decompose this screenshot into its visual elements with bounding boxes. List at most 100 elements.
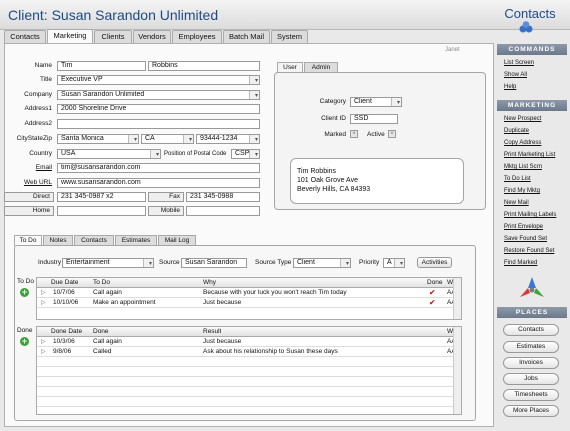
places-estimates-button[interactable]: Estimates <box>503 341 559 353</box>
todo-col-done: Done <box>427 279 443 286</box>
state-dropdown[interactable]: CA ▾ <box>141 134 194 144</box>
cmd-print-mailing-labels[interactable]: Print Mailing Labels <box>504 212 556 218</box>
source-field[interactable]: Susan Sarandon <box>181 258 247 268</box>
chevron-down-icon: ▾ <box>254 78 258 84</box>
first-name-field[interactable]: Tim <box>57 61 146 71</box>
cmd-list-screen[interactable]: List Screen <box>504 60 534 66</box>
add-todo-button[interactable]: + <box>20 288 29 297</box>
email-field[interactable]: tim@susansarandon.com <box>57 163 260 173</box>
priority-label: Priority <box>359 259 380 266</box>
expand-arrow-icon[interactable]: ▷ <box>41 298 46 308</box>
web-url-field[interactable]: www.susansarandon.com <box>57 178 260 188</box>
expand-arrow-icon[interactable]: ▷ <box>41 288 46 298</box>
todo-section-label: To Do <box>17 278 34 285</box>
address2-field[interactable] <box>57 119 260 129</box>
marked-checkbox[interactable]: × <box>350 130 358 138</box>
add-done-button[interactable]: + <box>20 337 29 346</box>
company-dropdown[interactable]: Susan Sarandon Unlimited ▾ <box>57 90 260 100</box>
country-dropdown[interactable]: USA ▾ <box>57 149 161 159</box>
postal-position-dropdown[interactable]: CSP ▾ <box>231 149 260 159</box>
tab-employees[interactable]: Employees <box>172 30 222 43</box>
tab-marketing[interactable]: Marketing <box>47 29 93 44</box>
category-dropdown[interactable]: Client ▾ <box>350 97 402 107</box>
table-row[interactable] <box>37 357 461 367</box>
chevron-down-icon: ▾ <box>254 137 258 143</box>
title-dropdown[interactable]: Executive VP ▾ <box>57 75 260 85</box>
chevron-down-icon: ▾ <box>254 152 258 158</box>
home-phone-field[interactable] <box>57 206 146 216</box>
address-line: 101 Oak Grove Ave <box>297 177 358 184</box>
places-invoices-button[interactable]: Invoices <box>503 357 559 369</box>
mobile-dial-button[interactable]: Mobile <box>148 206 184 216</box>
fax-button[interactable]: Fax <box>148 192 184 202</box>
tab-system[interactable]: System <box>271 30 308 43</box>
table-row[interactable]: ▷ 9/8/06 Called Ask about his relationsh… <box>37 347 461 357</box>
places-jobs-button[interactable]: Jobs <box>503 373 559 385</box>
cmd-new-mail[interactable]: New Mail <box>504 200 529 206</box>
active-checkbox[interactable]: × <box>388 130 396 138</box>
cmd-print-envelope[interactable]: Print Envelope <box>504 224 543 230</box>
direct-phone-field[interactable]: 231 345-0987 x2 <box>57 192 146 202</box>
client-id-field[interactable]: SSD <box>350 114 398 124</box>
chevron-down-icon: ▾ <box>188 137 192 143</box>
marketing-heading: MARKETING <box>497 100 567 111</box>
city-dropdown[interactable]: Santa Monica ▾ <box>57 134 139 144</box>
tab-contacts[interactable]: Contacts <box>4 30 46 43</box>
postal-position-label: Position of Postal Code <box>164 151 227 157</box>
chevron-down-icon: ▾ <box>396 100 400 106</box>
table-row[interactable] <box>37 387 461 397</box>
mobile-phone-field[interactable] <box>186 206 260 216</box>
cmd-restore-found-set[interactable]: Restore Found Set <box>504 248 554 254</box>
web-url-link[interactable]: Web URL <box>2 179 52 186</box>
todo-col-why: Why <box>203 279 216 286</box>
zip-dropdown[interactable]: 93444-1234 ▾ <box>196 134 260 144</box>
industry-dropdown[interactable]: Entertainment ▾ <box>62 258 154 268</box>
marked-label: Marked <box>324 131 346 138</box>
cmd-duplicate[interactable]: Duplicate <box>504 128 529 134</box>
priority-dropdown[interactable]: A ▾ <box>383 258 405 268</box>
tab-batch-mail[interactable]: Batch Mail <box>223 30 270 43</box>
cmd-mktg-list-scrn[interactable]: Mktg List Scrn <box>504 164 542 170</box>
done-check-icon[interactable]: ✔ <box>429 298 436 308</box>
cmd-help[interactable]: Help <box>504 84 516 90</box>
activities-button[interactable]: Activities <box>417 257 452 268</box>
cmd-new-prospect[interactable]: New Prospect <box>504 116 541 122</box>
country-label: Country <box>29 150 52 157</box>
done-scrollbar[interactable] <box>453 327 461 414</box>
tab-vendors[interactable]: Vendors <box>133 30 171 43</box>
last-name-field[interactable]: Robbins <box>148 61 260 71</box>
todo-scrollbar[interactable] <box>453 278 461 319</box>
country-value: USA <box>61 150 76 157</box>
fax-field[interactable]: 231 345-0988 <box>186 192 260 202</box>
home-dial-button[interactable]: Home <box>4 206 54 216</box>
cmd-to-do-list[interactable]: To Do List <box>504 176 531 182</box>
table-row[interactable] <box>37 397 461 407</box>
cmd-copy-address[interactable]: Copy Address <box>504 140 541 146</box>
places-timesheets-button[interactable]: Timesheets <box>503 389 559 401</box>
cmd-print-marketing-list[interactable]: Print Marketing List <box>504 152 555 158</box>
done-col-result: Result <box>203 328 222 335</box>
places-contacts-button[interactable]: Contacts <box>503 324 559 336</box>
direct-dial-button[interactable]: Direct <box>4 192 54 202</box>
expand-arrow-icon[interactable]: ▷ <box>41 337 46 347</box>
cmd-find-marked[interactable]: Find Marked <box>504 260 537 266</box>
city-value: Santa Monica <box>61 135 104 142</box>
table-row[interactable] <box>37 377 461 387</box>
done-check-icon[interactable]: ✔ <box>429 288 436 298</box>
expand-arrow-icon[interactable]: ▷ <box>41 347 46 357</box>
places-more-places-button[interactable]: More Places <box>503 405 559 417</box>
todo-col-todo: To Do <box>93 279 110 286</box>
table-row[interactable]: ▷ 10/7/06 Call again Because with your l… <box>37 288 461 298</box>
source-type-dropdown[interactable]: Client ▾ <box>293 258 351 268</box>
cmd-save-found-set[interactable]: Save Found Set <box>504 236 547 242</box>
tab-clients[interactable]: Clients <box>94 30 132 43</box>
table-row[interactable]: ▷ 10/3/06 Call again Just because AA <box>37 337 461 347</box>
table-row[interactable] <box>37 367 461 377</box>
table-row[interactable]: ▷ 10/10/06 Make an appointment Just beca… <box>37 298 461 308</box>
page-title: Client: Susan Sarandon Unlimited <box>8 7 219 23</box>
cmd-show-all[interactable]: Show All <box>504 72 527 78</box>
address1-field[interactable]: 2000 Shoreline Drive <box>57 104 260 114</box>
email-link[interactable]: Email <box>2 164 52 171</box>
done-col-date: Done Date <box>51 328 83 335</box>
cmd-find-my-mktg[interactable]: Find My Mktg <box>504 188 540 194</box>
